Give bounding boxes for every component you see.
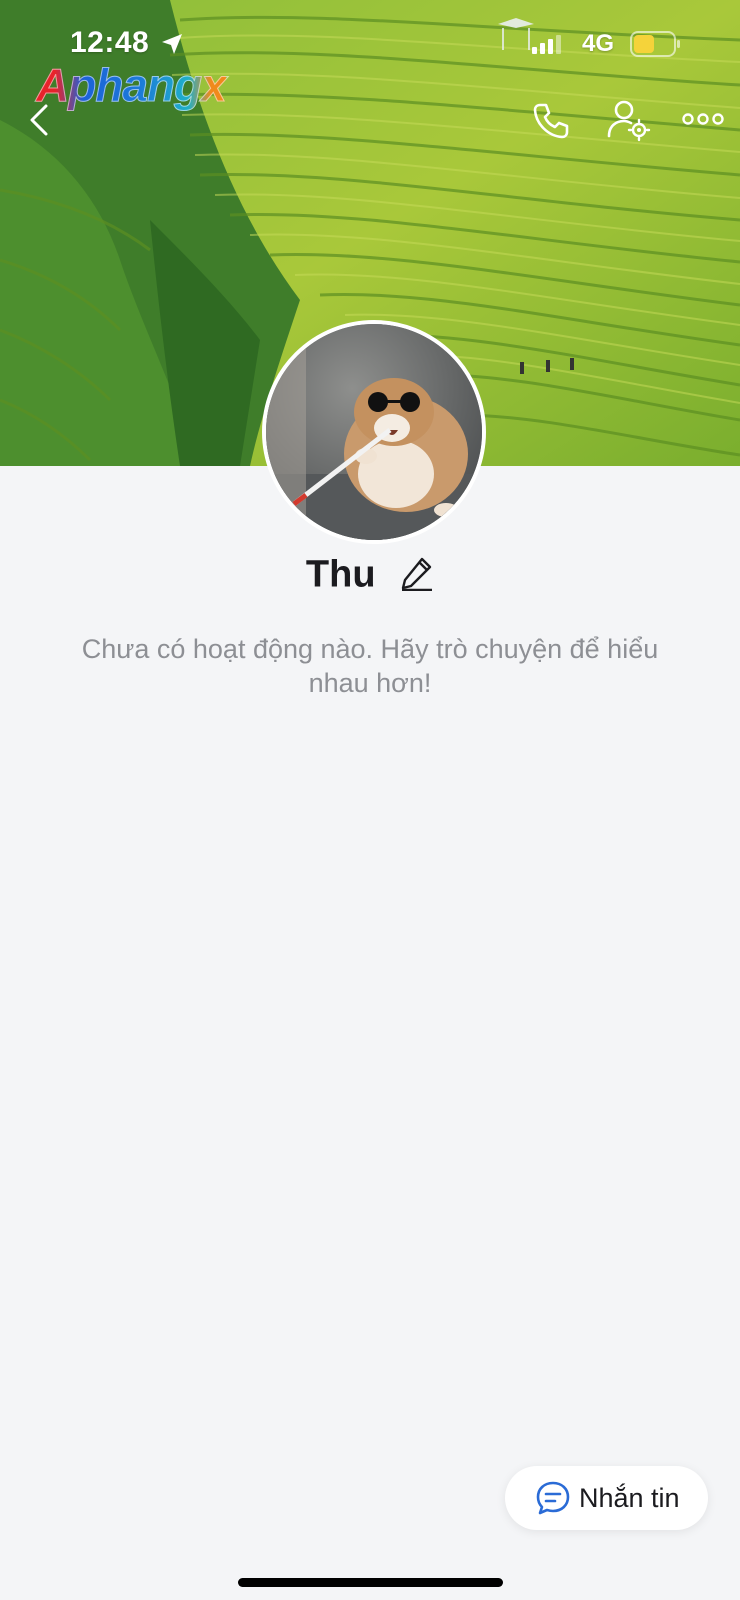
profile-name: Thu [305,553,376,596]
message-button[interactable]: Nhắn tin [505,1466,708,1530]
chat-bubble-icon [536,1481,570,1515]
phone-call-icon[interactable] [530,100,572,142]
status-time: 12:48 [70,26,150,59]
home-indicator[interactable] [238,1578,503,1587]
battery-icon [630,31,680,57]
message-button-label: Nhắn tin [579,1482,680,1513]
signal-icon [532,35,561,54]
location-arrow-icon [162,34,182,54]
profile-settings-icon[interactable] [606,98,652,142]
watermark-logo: Aphangx [36,59,228,112]
profile-name-row: Thu [0,552,740,596]
network-type: 4G [582,30,615,57]
empty-activity-message: Chưa có hoạt động nào. Hãy trò chuyện để… [81,634,659,698]
avatar[interactable] [262,320,486,544]
pencil-icon[interactable] [400,555,434,591]
more-icon[interactable] [680,104,726,134]
back-icon[interactable] [24,100,58,140]
